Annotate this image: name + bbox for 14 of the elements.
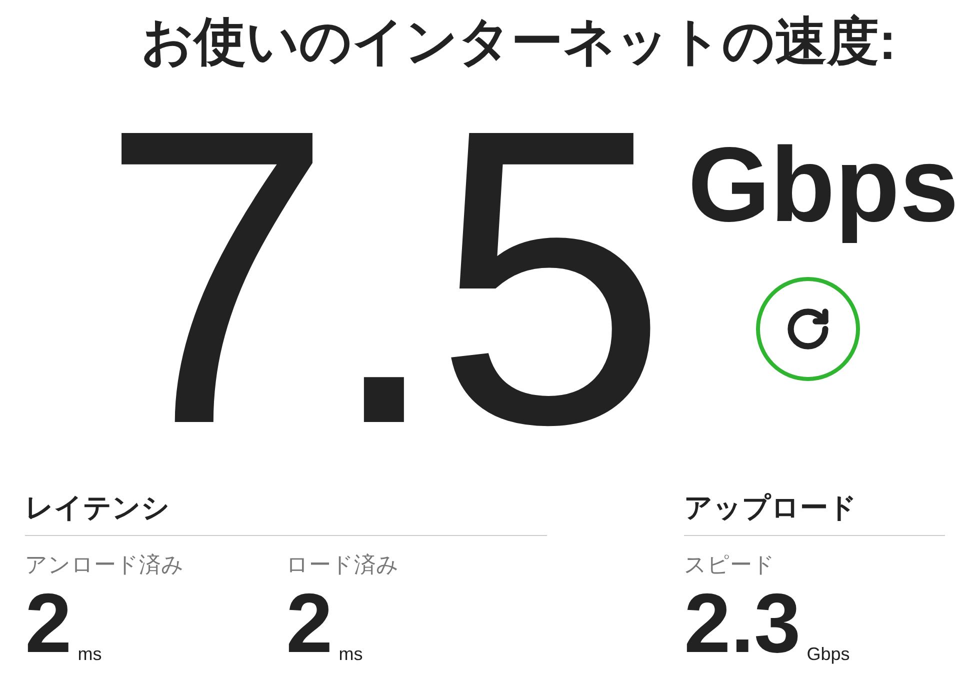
metric-value: 2 — [286, 588, 333, 660]
metric-value: 2.3 — [684, 588, 801, 660]
metric-label: スピード — [684, 554, 776, 576]
metric-label: アンロード済み — [25, 554, 185, 576]
section-heading: アップロード — [684, 492, 857, 523]
refresh-button[interactable] — [756, 277, 860, 382]
metric-value: 2 — [25, 588, 72, 660]
metric-unit: Gbps — [806, 645, 850, 664]
metric-unit: ms — [338, 645, 363, 664]
metric-label: ロード済み — [286, 554, 400, 576]
section-heading: レイテンシ — [25, 492, 170, 523]
metric-unit: ms — [78, 645, 102, 664]
refresh-icon — [784, 306, 831, 352]
speed-unit: Gbps — [688, 125, 959, 246]
